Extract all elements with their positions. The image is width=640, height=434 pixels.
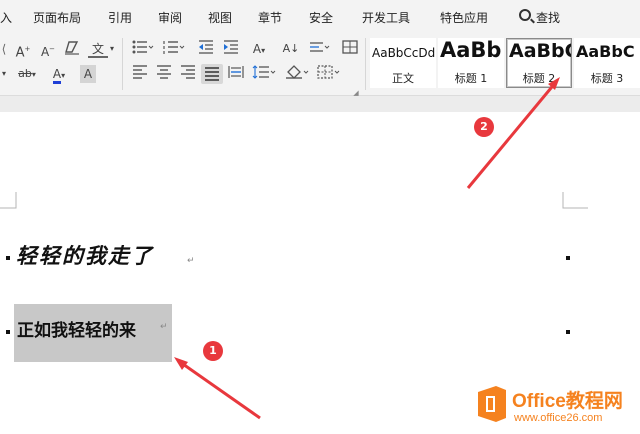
annotation-badge-2: 2 (474, 117, 494, 137)
watermark-url: www.office26.com (514, 412, 603, 424)
watermark-brand: Office教程网 (512, 391, 623, 412)
annotation-badge-1: 1 (203, 341, 223, 361)
office-logo-icon (478, 386, 506, 422)
watermark: Office教程网 www.office26.com (474, 380, 640, 434)
annotation-arrows (174, 77, 560, 420)
